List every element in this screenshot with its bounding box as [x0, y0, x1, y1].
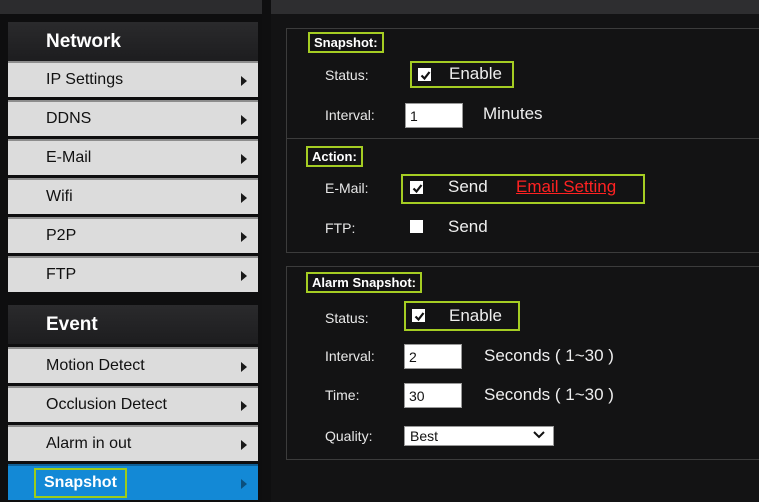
action-ftp-send-text: Send: [448, 217, 488, 236]
sidebar-item-label: Snapshot: [34, 468, 127, 498]
chevron-right-icon: [241, 440, 247, 450]
chevron-right-icon: [241, 193, 247, 203]
quality-select-value: Best: [410, 428, 439, 444]
chevron-right-icon: [241, 479, 247, 489]
sidebar-header-network: Network: [8, 22, 258, 61]
alarm-time-unit: Seconds ( 1~30 ): [484, 385, 614, 404]
chevron-right-icon: [241, 76, 247, 86]
alarm-time-label: Time:: [325, 387, 360, 403]
checkmark-icon: [412, 184, 423, 194]
sidebar-header-event: Event: [8, 305, 258, 344]
chevron-down-icon: [533, 431, 545, 439]
sidebar-item-label: P2P: [46, 227, 77, 244]
snapshot-enable-checkbox[interactable]: [418, 68, 431, 81]
sidebar-item-snapshot[interactable]: Snapshot: [8, 464, 258, 500]
sidebar-item-label: Motion Detect: [46, 357, 145, 374]
snapshot-interval-label: Interval:: [325, 107, 375, 123]
action-section-title: Action:: [306, 146, 363, 167]
sidebar-item-motion-detect[interactable]: Motion Detect: [8, 347, 258, 383]
alarm-time-input[interactable]: [404, 383, 462, 408]
sidebar-item-label: DDNS: [46, 110, 92, 127]
snapshot-interval-unit: Minutes: [483, 104, 543, 123]
sidebar-item-label: E-Mail: [46, 149, 92, 166]
quality-select[interactable]: Best: [404, 426, 554, 446]
alarm-interval-label: Interval:: [325, 348, 375, 364]
snapshot-action-section: [286, 28, 759, 253]
action-ftp-label: FTP:: [325, 220, 356, 236]
snapshot-enable-text: Enable: [449, 64, 502, 83]
chevron-right-icon: [241, 271, 247, 281]
action-email-checkbox[interactable]: [410, 181, 423, 194]
sidebar-item-ftp[interactable]: FTP: [8, 256, 258, 292]
section-divider: [287, 138, 759, 139]
checkmark-icon: [414, 312, 425, 322]
chevron-right-icon: [241, 401, 247, 411]
chevron-right-icon: [241, 362, 247, 372]
sidebar-item-alarm-in-out[interactable]: Alarm in out: [8, 425, 258, 461]
checkmark-icon: [420, 71, 431, 81]
sidebar-item-p2p[interactable]: P2P: [8, 217, 258, 253]
alarm-interval-unit: Seconds ( 1~30 ): [484, 346, 614, 365]
sidebar-item-wifi[interactable]: Wifi: [8, 178, 258, 214]
chevron-right-icon: [241, 115, 247, 125]
snapshot-status-label: Status:: [325, 67, 369, 83]
main-panel: Snapshot: Status: Enable Interval: Minut…: [271, 0, 759, 502]
sidebar-item-label: IP Settings: [46, 71, 124, 88]
email-setting-link[interactable]: Email Setting: [516, 177, 616, 197]
action-email-label: E-Mail:: [325, 180, 369, 196]
alarm-interval-input[interactable]: [404, 344, 462, 369]
main-top-bar: [271, 0, 759, 14]
sidebar-top-bar: [0, 0, 262, 14]
sidebar-item-label: Occlusion Detect: [46, 396, 167, 413]
snapshot-section-title: Snapshot:: [308, 32, 384, 53]
alarm-enable-text: Enable: [449, 306, 502, 325]
sidebar-item-ddns[interactable]: DDNS: [8, 100, 258, 136]
alarm-status-label: Status:: [325, 310, 369, 326]
chevron-right-icon: [241, 154, 247, 164]
sidebar-item-email[interactable]: E-Mail: [8, 139, 258, 175]
action-email-send-text: Send: [448, 177, 488, 196]
action-ftp-checkbox[interactable]: [410, 220, 423, 233]
alarm-snapshot-section-title: Alarm Snapshot:: [306, 272, 423, 293]
snapshot-interval-input[interactable]: [405, 103, 463, 128]
sidebar: Network IP Settings DDNS E-Mail Wifi P2P…: [0, 0, 262, 502]
sidebar-item-label: Alarm in out: [46, 435, 132, 452]
chevron-right-icon: [241, 232, 247, 242]
alarm-enable-checkbox[interactable]: [412, 309, 425, 322]
sidebar-item-occlusion-detect[interactable]: Occlusion Detect: [8, 386, 258, 422]
sidebar-item-label: FTP: [46, 266, 77, 283]
sidebar-item-label: Wifi: [46, 188, 73, 205]
alarm-quality-label: Quality:: [325, 428, 373, 444]
sidebar-item-ip-settings[interactable]: IP Settings: [8, 61, 258, 97]
